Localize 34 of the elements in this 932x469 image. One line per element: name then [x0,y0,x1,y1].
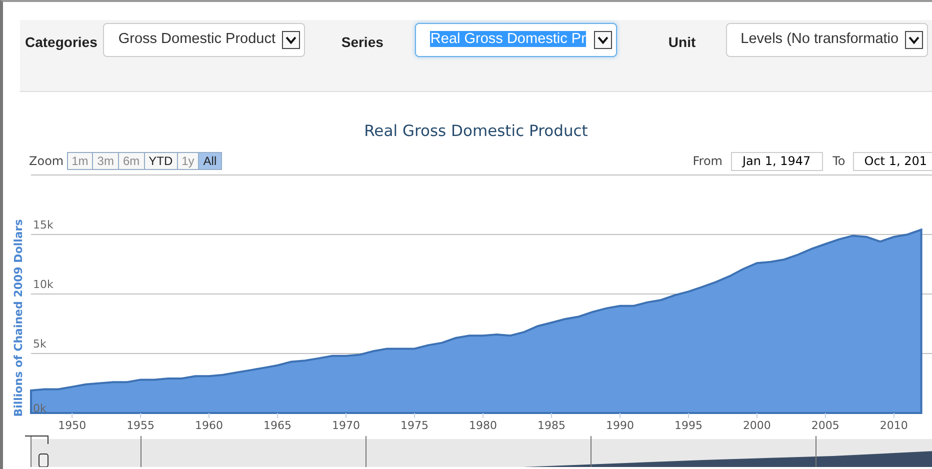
x-tick-label: 1990 [606,419,634,432]
to-label: To [832,153,846,170]
x-tick-label: 1995 [674,419,702,432]
filter-label: Categories [25,33,98,52]
zoom-button[interactable]: All [198,152,222,170]
x-tick-label: 1980 [469,419,497,432]
date-field[interactable]: Jan 1, 1947 [730,152,823,171]
date-field[interactable]: Oct 1, 201 [853,152,932,171]
from-label: From [692,153,722,170]
y-tick-label: 5k [33,338,46,351]
zoom-button[interactable]: YTD [144,152,178,170]
x-tick-label: 2005 [811,419,840,432]
x-tick-label: 1970 [332,419,360,432]
filter-label: Unit [668,33,696,52]
y-tick-label: 15k [33,218,54,232]
dropdown-select[interactable]: Levels (No transformatio [726,23,928,57]
dropdown-select[interactable]: Gross Domestic Product [103,23,306,57]
y-tick-label: 10k [33,278,54,292]
zoom-label: Zoom [29,153,64,170]
chevron-down-icon [282,31,300,49]
x-tick-label: 1985 [537,419,566,432]
x-tick-label: 1975 [400,419,429,432]
y-tick-label: 0k [33,402,46,416]
x-tick-label: 2010 [880,419,908,432]
y-axis-title: Billions of Chained 2009 Dollars [12,219,25,418]
x-tick-label: 2000 [742,419,771,432]
chart-title: Real Gross Domestic Product [363,121,589,142]
chevron-down-icon [904,31,923,49]
chevron-down-icon [594,31,612,49]
x-tick-label: 1950 [58,419,86,432]
filter-label: Series [341,33,384,52]
x-tick-label: 1960 [195,419,224,432]
x-tick-label: 1955 [126,419,155,432]
x-tick-label: 1965 [264,419,292,432]
